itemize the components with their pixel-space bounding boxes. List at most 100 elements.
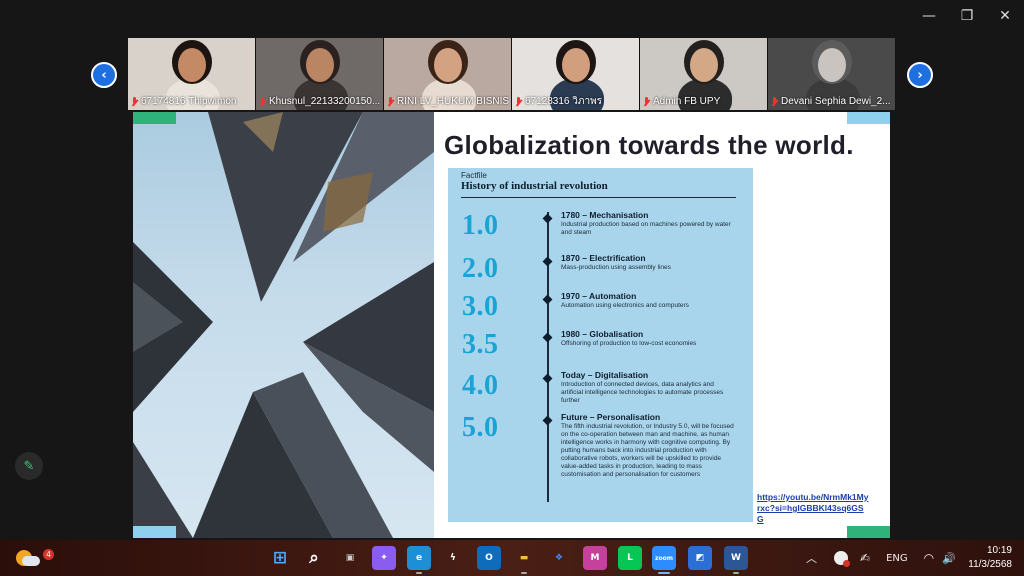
participant-tile[interactable]: 67128316 วิภาพร bbox=[512, 38, 640, 110]
restore-button[interactable]: ❐ bbox=[948, 0, 986, 32]
file-explorer-icon[interactable]: ▬ bbox=[512, 546, 536, 570]
muted-mic-icon bbox=[387, 96, 394, 107]
muted-mic-icon bbox=[643, 96, 650, 107]
entry-title: 1780 – Mechanisation bbox=[561, 210, 649, 220]
participant-face bbox=[690, 48, 718, 82]
version-number: 5.0 bbox=[462, 412, 499, 443]
version-number: 4.0 bbox=[462, 370, 499, 401]
participant-tile[interactable]: Khusnul_22133200150... bbox=[256, 38, 384, 110]
entry-title: 1980 – Globalisation bbox=[561, 329, 644, 339]
youtube-link[interactable]: https://youtu.be/NrmMk1Myrxc?si=hgIGBBKl… bbox=[757, 492, 869, 525]
next-participants-button[interactable]: › bbox=[907, 62, 933, 88]
clock-time: 10:19 bbox=[986, 545, 1012, 556]
participant-face bbox=[434, 48, 462, 82]
task-view-icon[interactable]: ▣ bbox=[338, 546, 362, 570]
previous-participants-button[interactable]: ‹ bbox=[91, 62, 117, 88]
weather-widget[interactable]: 4 bbox=[16, 546, 54, 570]
close-button[interactable]: ✕ bbox=[986, 0, 1024, 32]
system-tray: ︿ ✍ ENG ◠ 🔊 bbox=[806, 540, 956, 576]
entry-description: Mass-production using assembly lines bbox=[561, 264, 671, 271]
timeline-marker bbox=[542, 213, 553, 224]
running-indicator bbox=[521, 572, 527, 574]
slide-accent-green bbox=[133, 112, 176, 124]
clock[interactable]: 10:19 11/3/2568 bbox=[968, 544, 1012, 572]
slide-accent-blue-top bbox=[847, 112, 890, 124]
meet-now-icon[interactable] bbox=[834, 551, 850, 567]
slide-title: Globalization towards the world. bbox=[444, 130, 854, 160]
participant-face bbox=[562, 48, 590, 82]
entry-title: Today – Digitalisation bbox=[561, 370, 649, 380]
notification-badge: 4 bbox=[43, 549, 54, 560]
wifi-icon[interactable]: ◠ bbox=[924, 551, 934, 565]
participant-strip: 67174816 Thipwimon Khusnul_22133200150...… bbox=[128, 38, 896, 110]
chevron-left-icon: ‹ bbox=[101, 67, 107, 83]
edge-icon[interactable]: e bbox=[407, 546, 431, 570]
entry-description: Introduction of connected devices, data … bbox=[561, 381, 724, 404]
participant-name: 67174816 Thipwimon bbox=[141, 96, 237, 107]
muted-mic-icon bbox=[515, 96, 522, 107]
version-number: 2.0 bbox=[462, 253, 499, 284]
app-lightning-icon[interactable]: ϟ bbox=[441, 546, 465, 570]
copilot-icon[interactable]: ✦ bbox=[372, 546, 396, 570]
participant-tile[interactable]: Admin FB UPY bbox=[640, 38, 768, 110]
participant-tile[interactable]: RINI LV_HUKUM BISNIS bbox=[384, 38, 512, 110]
entry-description: Offshoring of production to low-cost eco… bbox=[561, 340, 697, 347]
participant-face bbox=[306, 48, 334, 82]
skyscraper-photo bbox=[133, 112, 434, 538]
participant-name-label: Khusnul_22133200150... bbox=[259, 95, 381, 108]
outlook-icon[interactable]: O bbox=[477, 546, 501, 570]
participant-name: Khusnul_22133200150... bbox=[269, 96, 381, 107]
dropbox-icon[interactable]: ❖ bbox=[547, 546, 571, 570]
participant-tile[interactable]: Devani Sephia Dewi_2... bbox=[768, 38, 896, 110]
timeline-marker bbox=[542, 332, 553, 343]
participant-name: Devani Sephia Dewi_2... bbox=[781, 96, 891, 107]
running-indicator bbox=[658, 572, 670, 574]
zoom-meeting-window: — ❐ ✕ ‹ › 67174816 Thipwimon Khusnul_2213… bbox=[0, 0, 1024, 540]
running-indicator bbox=[733, 572, 739, 574]
word-icon[interactable]: W bbox=[724, 546, 748, 570]
participant-name-label: Devani Sephia Dewi_2... bbox=[771, 95, 893, 108]
participant-tile[interactable]: 67174816 Thipwimon bbox=[128, 38, 256, 110]
muted-mic-icon bbox=[259, 96, 266, 107]
clock-date: 11/3/2568 bbox=[968, 559, 1012, 570]
input-language[interactable]: ENG bbox=[886, 553, 908, 564]
slide-accent-blue bbox=[133, 526, 176, 538]
cloud-icon bbox=[22, 556, 40, 566]
shared-screen: Globalization towards the world. Factfil… bbox=[133, 112, 890, 538]
muted-mic-icon bbox=[131, 96, 138, 107]
entry-description: Industrial production based on machines … bbox=[561, 221, 731, 236]
factfile-label: Factfile bbox=[461, 171, 487, 180]
entry-description: The fifth industrial revolution, or Indu… bbox=[561, 423, 734, 478]
factfile-box: Factfile History of industrial revolutio… bbox=[448, 168, 753, 522]
photos-icon[interactable]: ◩ bbox=[688, 546, 712, 570]
entry-title: 1970 – Automation bbox=[561, 291, 637, 301]
line-icon[interactable]: L bbox=[618, 546, 642, 570]
start-icon[interactable]: ⊞ bbox=[268, 546, 292, 570]
microsoft365-icon[interactable]: M bbox=[583, 546, 607, 570]
timeline-marker bbox=[542, 294, 553, 305]
participant-name-label: Admin FB UPY bbox=[643, 95, 765, 108]
annotate-pen-button[interactable]: ✎ bbox=[15, 452, 43, 480]
search-icon[interactable]: ⌕ bbox=[302, 546, 326, 570]
running-indicator bbox=[416, 572, 422, 574]
timeline-marker bbox=[542, 415, 553, 426]
participant-name: Admin FB UPY bbox=[653, 96, 721, 107]
chevron-right-icon: › bbox=[917, 67, 923, 83]
divider bbox=[461, 197, 736, 198]
factfile-heading: History of industrial revolution bbox=[461, 180, 608, 192]
window-controls: — ❐ ✕ bbox=[910, 0, 1024, 32]
volume-icon[interactable]: 🔊 bbox=[942, 552, 956, 565]
zoom-icon[interactable]: zoom bbox=[652, 546, 676, 570]
version-number: 3.5 bbox=[462, 329, 499, 360]
entry-title: 1870 – Electrification bbox=[561, 253, 646, 263]
participant-face bbox=[818, 48, 846, 82]
pen-menu-icon[interactable]: ✍ bbox=[860, 551, 870, 565]
participant-name-label: 67128316 วิภาพร bbox=[515, 95, 637, 108]
entry-description: Automation using electronics and compute… bbox=[561, 302, 689, 309]
taskbar: 4 ⊞ ⌕ ▣ ✦ e ϟ O ▬ ❖ M Lzoom ◩ W ︿ ✍ ENG ◠ 🔊 10:19 11… bbox=[0, 540, 1024, 576]
version-number: 1.0 bbox=[462, 210, 499, 241]
show-hidden-icons-button[interactable]: ︿ bbox=[806, 550, 822, 566]
muted-mic-icon bbox=[771, 96, 778, 107]
timeline-marker bbox=[542, 256, 553, 267]
minimize-button[interactable]: — bbox=[910, 0, 948, 32]
